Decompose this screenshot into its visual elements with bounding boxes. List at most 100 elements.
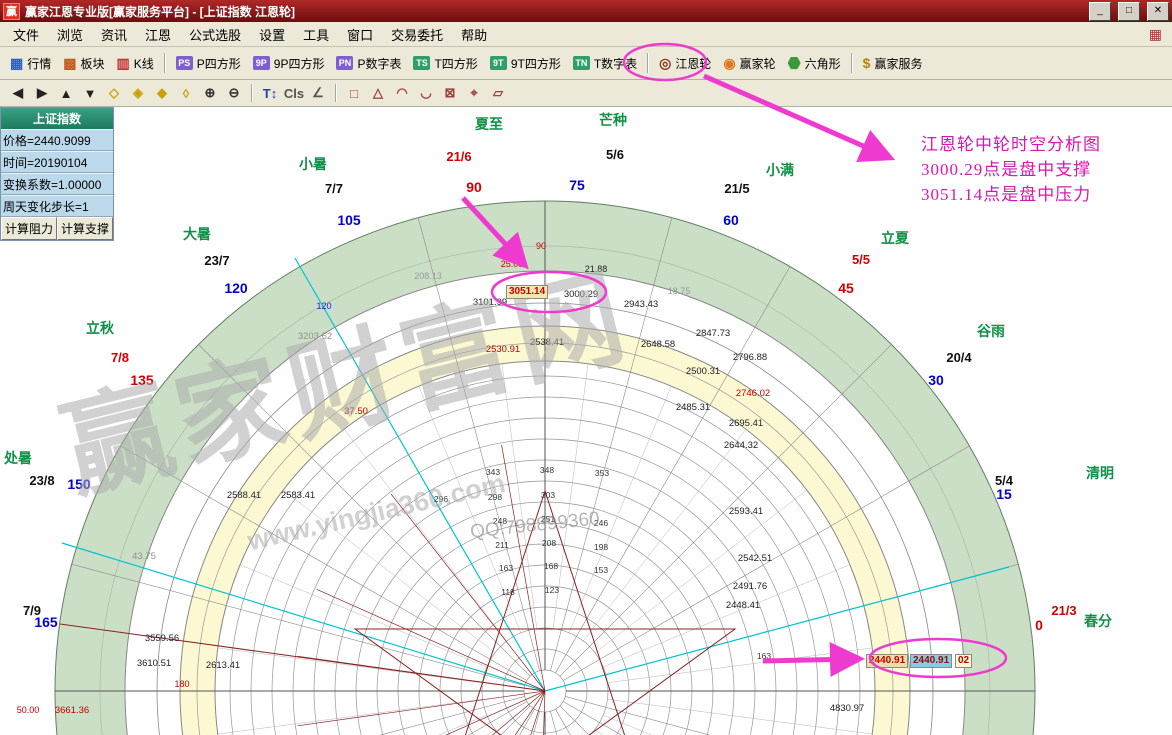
wheel-label: 2491.76: [733, 581, 767, 592]
title-bar: 赢 赢家江恩专业版[赢家服务平台] - [上证指数 江恩轮] _ □ ✕: [0, 0, 1172, 22]
crosshair-tool-icon[interactable]: ⌖: [462, 83, 486, 103]
menu-item[interactable]: 资讯: [92, 22, 136, 47]
sectors-icon: ▩: [63, 56, 76, 70]
chart-area: 夏至芒种小暑小满大暑立夏立秋谷雨处暑清明春分21/65/67/721/523/7…: [0, 107, 1172, 735]
wheel-label: 3101.99: [473, 297, 507, 308]
wheel-label: 21/3: [1051, 603, 1076, 618]
zoom-in-icon[interactable]: ⊕: [198, 83, 222, 103]
close-button[interactable]: ✕: [1147, 2, 1169, 21]
polygon-tool-icon[interactable]: ▱: [486, 83, 510, 103]
info-row: 变换系数=1.00000: [1, 173, 113, 195]
diamond-tool-3-icon[interactable]: ◆: [150, 83, 174, 103]
nav-left-icon[interactable]: ◀: [6, 83, 30, 103]
marker-down-icon[interactable]: ▼: [78, 84, 102, 103]
menu-item[interactable]: 窗口: [338, 22, 382, 47]
wheel-label: 20/4: [946, 350, 972, 365]
calc-support-button[interactable]: 计算支撑: [57, 217, 113, 240]
gann-wheel-button[interactable]: ◎江恩轮: [653, 51, 717, 76]
menu-item[interactable]: 公式选股: [180, 22, 250, 47]
wheel-label: 7/7: [325, 181, 343, 196]
nine-p-square-icon: 9P: [253, 56, 270, 70]
nine-t-square-button[interactable]: 9T9T四方形: [484, 51, 567, 76]
info-row: 时间=20190104: [1, 151, 113, 173]
text-tool-icon[interactable]: T↕: [258, 84, 282, 103]
triangle-tool-icon[interactable]: △: [366, 83, 390, 103]
wheel-label: 30: [928, 372, 944, 388]
wheel-label: 43.75: [132, 551, 156, 562]
nine-p-square-button[interactable]: 9P 9P四方形: [247, 51, 331, 76]
menu-item[interactable]: 浏览: [48, 22, 92, 47]
menu-bar: 文件浏览资讯江恩公式选股设置工具窗口交易委托帮助 ▦: [0, 22, 1172, 47]
wheel-label: 150: [67, 476, 91, 492]
wheel-label: 123: [545, 585, 559, 595]
wheel-label: 90: [536, 241, 546, 251]
wheel-label: 0: [1035, 617, 1043, 633]
t-square-button[interactable]: TST四方形: [407, 51, 483, 76]
wheel-label: 15: [996, 486, 1012, 502]
arc-up-tool-icon[interactable]: ◠: [390, 83, 414, 103]
diamond-tool-1-icon[interactable]: ◇: [102, 83, 126, 103]
wheel-label: 3661.36: [55, 705, 89, 716]
toolbar-item-label: 六角形: [805, 55, 841, 72]
zoom-out-icon[interactable]: ⊖: [222, 83, 246, 103]
wheel-label: 168: [544, 561, 558, 571]
wheel-label: 120: [316, 301, 331, 311]
wheel-label: 153: [594, 565, 608, 575]
wheel-label: 2796.88: [733, 352, 767, 363]
nine-t-square-icon: 9T: [490, 56, 507, 70]
marker-up-icon[interactable]: ▲: [54, 84, 78, 103]
wheel-label: 45: [838, 280, 854, 296]
menu-item[interactable]: 帮助: [452, 22, 496, 47]
minimize-button[interactable]: _: [1089, 2, 1111, 21]
wheel-label: 23/7: [204, 253, 229, 268]
maximize-button[interactable]: □: [1118, 2, 1140, 21]
menu-item[interactable]: 工具: [294, 22, 338, 47]
wheel-label: 清明: [1086, 465, 1114, 481]
quotes-grid-button[interactable]: ▦行情: [4, 51, 57, 76]
p-number-table-button[interactable]: PNP数字表: [330, 51, 407, 76]
cls-tool-icon[interactable]: Cls: [282, 84, 306, 103]
calc-resistance-button[interactable]: 计算阻力: [1, 217, 57, 240]
diamond-tool-2-icon[interactable]: ◈: [126, 83, 150, 103]
t-number-table-button[interactable]: TNT数字表: [567, 51, 643, 76]
winner-service-button[interactable]: $赢家服务: [857, 51, 929, 76]
sectors-button[interactable]: ▩ 板块: [57, 51, 110, 76]
diamond-tool-4-icon[interactable]: ◊: [174, 84, 198, 103]
symbol-name: 上证指数: [1, 108, 113, 129]
wheel-label: 208.13: [414, 271, 442, 281]
box-x-tool-icon[interactable]: ⊠: [438, 83, 462, 103]
wheel-label: 2500.31: [686, 366, 720, 377]
arc-down-tool-icon[interactable]: ◡: [414, 83, 438, 103]
angle-tool-icon[interactable]: ∠: [306, 83, 330, 103]
wheel-label: 246: [594, 518, 608, 528]
toolbar-item-label: 9P四方形: [274, 55, 325, 72]
winner-wheel-button[interactable]: ◉赢家轮: [717, 51, 781, 76]
wheel-label: 5/5: [852, 252, 870, 267]
hexagon-button[interactable]: 六角形: [782, 51, 847, 76]
menu-item[interactable]: 文件: [4, 22, 48, 47]
quotes-grid-icon: ▦: [10, 56, 23, 70]
wheel-label: 248: [493, 516, 507, 526]
wheel-label: 2644.32: [724, 440, 758, 451]
wheel-label: 165: [34, 614, 58, 630]
wheel-label: 118: [501, 587, 515, 597]
p-square-button[interactable]: PSP四方形: [170, 51, 247, 76]
menu-corner-grid-icon[interactable]: ▦: [1143, 26, 1168, 43]
wheel-label: 180: [174, 679, 189, 689]
nav-right-icon[interactable]: ▶: [30, 83, 54, 103]
rect-tool-icon[interactable]: □: [342, 84, 366, 103]
wheel-label: 21/6: [446, 149, 471, 164]
kline-button[interactable]: ▥K线: [111, 51, 160, 76]
menu-item[interactable]: 交易委托: [382, 22, 452, 47]
wheel-label: 135: [130, 372, 154, 388]
toolbar-item-label: 板块: [80, 55, 104, 72]
menu-item[interactable]: 江恩: [136, 22, 180, 47]
drawbar-separator: [251, 84, 253, 102]
wheel-label: 120: [224, 280, 248, 296]
t-square-icon: TS: [413, 56, 430, 70]
toolbar-item-label: P数字表: [357, 55, 401, 72]
menu-item[interactable]: 设置: [250, 22, 294, 47]
wheel-label: 3000.29: [564, 289, 598, 300]
window-title: 赢家江恩专业版[赢家服务平台] - [上证指数 江恩轮]: [25, 3, 1082, 20]
wheel-label: 2613.41: [206, 660, 240, 671]
